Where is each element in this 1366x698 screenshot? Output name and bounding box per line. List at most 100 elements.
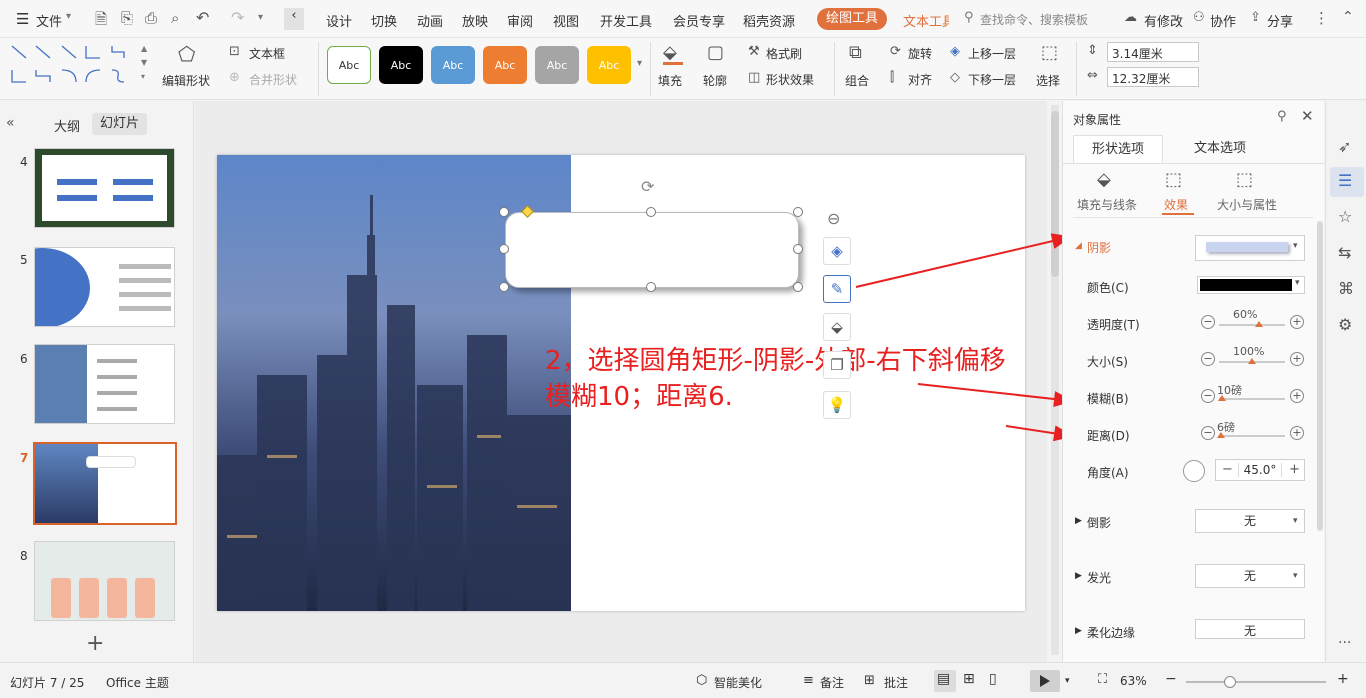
shadow-expand-icon[interactable]: ◢ — [1075, 241, 1082, 251]
slide-7[interactable]: ⟳ 2，选择圆角矩形-阴影-外部-右下斜偏移 模糊10；距离6. — [217, 155, 1025, 611]
glow-expand-icon[interactable]: ▶ — [1075, 571, 1082, 581]
collapse-ribbon-icon[interactable]: ⌃ — [1342, 9, 1354, 25]
slide-thumbnail-4[interactable] — [34, 148, 175, 228]
zoom-slider[interactable] — [1186, 676, 1326, 688]
soft-edges-label[interactable]: 柔化边缘 — [1087, 624, 1135, 641]
collapse-toolbar-icon[interactable]: ⊖ — [827, 209, 840, 228]
shadow-section-label[interactable]: 阴影 — [1087, 239, 1111, 256]
vertical-scrollbar[interactable] — [1051, 105, 1059, 655]
resize-handle[interactable] — [793, 282, 803, 292]
align-button[interactable]: 对齐 — [908, 71, 932, 88]
transition-icon[interactable]: ⇆ — [1338, 243, 1351, 262]
tab-design[interactable]: 设计 — [326, 11, 352, 30]
subtab-fill-line[interactable]: 填充与线条 — [1077, 196, 1137, 213]
resize-handle[interactable] — [499, 244, 509, 254]
angle-stepper[interactable]: − 45.0° + — [1215, 459, 1305, 481]
tab-transition[interactable]: 切换 — [371, 11, 397, 30]
properties-icon[interactable]: ☰ — [1338, 171, 1352, 190]
angle-dial[interactable] — [1183, 460, 1205, 482]
tab-drawing-tools[interactable]: 绘图工具 — [817, 8, 887, 30]
undo-icon[interactable]: ↶ — [196, 8, 209, 27]
close-icon[interactable]: ✕ — [1301, 107, 1314, 125]
blur-decrease-button[interactable]: − — [1201, 389, 1215, 403]
format-painter-button[interactable]: 格式刷 — [766, 45, 802, 62]
size-slider[interactable] — [1219, 358, 1285, 364]
outline-button[interactable]: 轮廓 — [703, 72, 727, 89]
normal-view-icon[interactable]: ▤ — [937, 671, 950, 687]
chevron-down-icon[interactable]: ▾ — [66, 11, 71, 22]
scrollbar-thumb[interactable] — [1051, 111, 1059, 277]
smart-beautify-button[interactable]: 智能美化 — [714, 674, 762, 691]
slider-knob[interactable] — [1254, 321, 1263, 327]
soft-edges-dropdown[interactable]: 无 — [1195, 619, 1305, 639]
play-slideshow-button[interactable] — [1030, 670, 1060, 692]
pen-tool[interactable]: ✎ — [823, 275, 851, 303]
send-backward-button[interactable]: 下移一层 — [968, 71, 1016, 88]
quick-access-dropdown-icon[interactable]: ▾ — [258, 12, 263, 23]
file-menu[interactable]: 文件 — [36, 11, 62, 30]
search-input[interactable]: 查找命令、搜索模板 — [980, 11, 1088, 28]
angle-increase-button[interactable]: + — [1289, 462, 1300, 477]
rotate-button[interactable]: 旋转 — [908, 45, 932, 62]
zoom-slider-knob[interactable] — [1224, 676, 1236, 688]
slider-knob[interactable] — [1218, 395, 1227, 401]
shadow-preset-dropdown[interactable]: ▾ — [1195, 235, 1305, 261]
style-swatch-3[interactable]: Abc — [431, 46, 475, 84]
shadow-tool[interactable]: ❐ — [823, 351, 851, 379]
slide-thumbnail-6[interactable] — [34, 344, 175, 424]
hamburger-icon[interactable]: ☰ — [16, 10, 29, 28]
idea-tool[interactable]: 💡 — [823, 391, 851, 419]
tab-outline[interactable]: 大纲 — [54, 116, 80, 135]
export-pdf-icon[interactable]: ⎘ — [121, 9, 133, 27]
resize-handle[interactable] — [646, 282, 656, 292]
panel-scrollbar[interactable] — [1317, 221, 1323, 531]
transparency-decrease-button[interactable]: − — [1201, 315, 1215, 329]
save-icon[interactable]: 🗎 — [95, 9, 107, 34]
style-swatch-4[interactable]: Abc — [483, 46, 527, 84]
shape-gallery[interactable] — [6, 42, 146, 92]
redo-icon[interactable]: ↷ — [231, 8, 244, 27]
height-input[interactable]: 3.14厘米 — [1107, 42, 1199, 62]
comments-button[interactable]: 批注 — [884, 674, 908, 691]
blur-increase-button[interactable]: + — [1290, 389, 1304, 403]
rocket-icon[interactable]: ➶ — [1338, 137, 1351, 156]
distance-increase-button[interactable]: + — [1290, 426, 1304, 440]
tab-member[interactable]: 会员专享 — [673, 11, 725, 30]
slider-knob[interactable] — [1216, 432, 1225, 438]
glow-label[interactable]: 发光 — [1087, 569, 1111, 586]
zoom-level[interactable]: 63% — [1120, 674, 1147, 688]
zoom-out-button[interactable]: − — [1165, 671, 1177, 687]
soft-edges-expand-icon[interactable]: ▶ — [1075, 626, 1082, 636]
text-box-button[interactable]: 文本框 — [249, 45, 285, 62]
tab-review[interactable]: 审阅 — [507, 11, 533, 30]
print-preview-icon[interactable]: ⌕ — [171, 9, 179, 27]
width-input[interactable]: 12.32厘米 — [1107, 67, 1199, 87]
slider-knob[interactable] — [1248, 358, 1256, 364]
pin-icon[interactable]: ⚲ — [1277, 109, 1287, 124]
notes-button[interactable]: 备注 — [820, 674, 844, 691]
group-button[interactable]: 组合 — [845, 72, 869, 89]
select-button[interactable]: 选择 — [1036, 72, 1060, 89]
style-swatch-1[interactable]: Abc — [327, 46, 371, 84]
tab-view[interactable]: 视图 — [553, 11, 579, 30]
image-icon[interactable]: ⌘ — [1338, 279, 1354, 298]
edit-shape-button[interactable]: 编辑形状 — [162, 72, 210, 89]
theme-name[interactable]: Office 主题 — [106, 674, 169, 691]
angle-value[interactable]: 45.0° — [1238, 463, 1282, 477]
rounded-rectangle-shape[interactable] — [505, 212, 799, 288]
merge-shape-button[interactable]: 合并形状 — [249, 71, 297, 88]
resize-handle[interactable] — [793, 207, 803, 217]
settings-icon[interactable]: ⚙ — [1338, 315, 1352, 334]
rotate-handle-icon[interactable]: ⟳ — [641, 177, 654, 196]
size-increase-button[interactable]: + — [1290, 352, 1304, 366]
distance-slider[interactable] — [1216, 432, 1285, 438]
style-more-icon[interactable]: ▾ — [637, 58, 642, 69]
scroll-left-icon[interactable]: ‹ — [284, 8, 304, 30]
share-button[interactable]: 分享 — [1267, 11, 1293, 30]
zoom-in-button[interactable]: + — [1337, 671, 1349, 687]
fit-to-window-icon[interactable]: ⛶ — [1098, 672, 1107, 687]
resize-handle[interactable] — [646, 207, 656, 217]
transparency-increase-button[interactable]: + — [1290, 315, 1304, 329]
distance-decrease-button[interactable]: − — [1201, 426, 1215, 440]
tab-text-tools[interactable]: 文本工具 — [903, 11, 949, 30]
